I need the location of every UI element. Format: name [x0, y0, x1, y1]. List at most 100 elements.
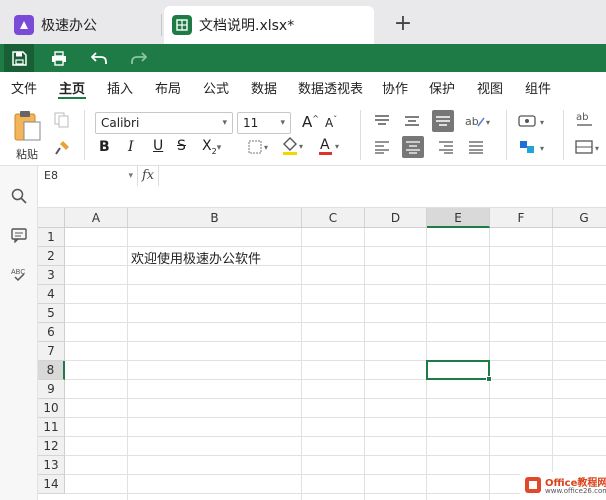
menu-protect[interactable]: 保护 [429, 78, 455, 97]
menu-insert[interactable]: 插入 [107, 78, 133, 97]
conditional-format-icon[interactable]: ▾ [518, 138, 550, 160]
column-header-a[interactable]: A [65, 208, 128, 228]
format-painter-icon[interactable] [54, 140, 70, 160]
menu-pivot-table[interactable]: 数据透视表 [298, 78, 363, 97]
row-header-4[interactable]: 4 [38, 285, 65, 304]
merge-cells-icon[interactable]: ▾ [574, 138, 602, 160]
align-right-icon[interactable] [438, 140, 454, 158]
row-gridline [65, 379, 606, 380]
row-gridline [65, 341, 606, 342]
align-left-icon[interactable] [374, 140, 390, 158]
fill-color-icon[interactable]: ▾ [281, 136, 307, 160]
ribbon-separator [506, 110, 507, 160]
menu-collaborate[interactable]: 协作 [382, 78, 408, 97]
row-header-9[interactable]: 9 [38, 380, 65, 399]
svg-text:▾: ▾ [595, 144, 599, 153]
search-icon[interactable] [7, 184, 31, 208]
row-header-11[interactable]: 11 [38, 418, 65, 437]
column-header-c[interactable]: C [302, 208, 365, 228]
bold-button[interactable]: B [99, 139, 110, 155]
svg-text:▾: ▾ [335, 142, 339, 151]
menu-formula[interactable]: 公式 [203, 78, 229, 97]
ribbon: 粘贴 Calibri ▾ 11 ▾ A^ Aˇ B I U S X2▾ ▾ ▾ … [0, 100, 606, 166]
menu-file[interactable]: 文件 [11, 78, 37, 97]
number-format-icon[interactable]: ▾ [518, 112, 550, 134]
ribbon-separator [563, 110, 564, 160]
column-header-f[interactable]: F [490, 208, 553, 228]
tab-document[interactable]: 文档说明.xlsx* [164, 6, 374, 44]
column-header-g[interactable]: G [553, 208, 606, 228]
column-header-e[interactable]: E [427, 208, 490, 228]
row-header-1[interactable]: 1 [38, 228, 65, 247]
copy-icon[interactable] [54, 112, 70, 132]
svg-text:▾: ▾ [540, 144, 544, 153]
tab-label: 文档说明.xlsx* [199, 18, 295, 34]
undo-icon[interactable] [84, 44, 114, 72]
office-logo-icon [524, 476, 542, 494]
subscript-button[interactable]: X2▾ [202, 138, 221, 156]
spreadsheet-grid[interactable]: A B C D E F G 1 2 3 4 5 6 7 8 9 10 11 12 13 14 欢迎使用极速办公软件 [38, 208, 606, 500]
paste-icon[interactable] [12, 110, 44, 142]
ribbon-separator [84, 110, 85, 160]
row-header-12[interactable]: 12 [38, 437, 65, 456]
row-header-5[interactable]: 5 [38, 304, 65, 323]
svg-text:▾: ▾ [299, 142, 303, 151]
svg-text:A: A [320, 137, 330, 153]
row-header-8[interactable]: 8 [38, 361, 65, 380]
row-header-10[interactable]: 10 [38, 399, 65, 418]
redo-icon[interactable] [124, 44, 154, 72]
svg-text:▾: ▾ [264, 143, 268, 152]
function-icon[interactable]: fx [142, 168, 154, 183]
justify-icon[interactable] [468, 140, 484, 158]
save-icon[interactable] [4, 44, 34, 72]
formula-bar: E8 ▾ fx [38, 166, 606, 208]
align-middle-icon[interactable] [404, 114, 420, 132]
menu-layout[interactable]: 布局 [155, 78, 181, 97]
menu-data[interactable]: 数据 [251, 78, 277, 97]
left-sidebar: ABC [0, 166, 38, 500]
menu-bar: 文件 主页 插入 布局 公式 数据 数据透视表 协作 保护 视图 组件 [0, 72, 606, 100]
align-bottom-icon[interactable] [432, 110, 454, 132]
tab-jisu-office[interactable]: 极速办公 [0, 6, 160, 44]
app-logo-icon [14, 15, 34, 35]
row-gridline [65, 284, 606, 285]
row-header-3[interactable]: 3 [38, 266, 65, 285]
row-header-7[interactable]: 7 [38, 342, 65, 361]
align-center-icon[interactable] [402, 136, 424, 158]
spreadsheet-icon [172, 15, 192, 35]
wrap-text-icon[interactable]: ab [574, 110, 598, 134]
cell-b2[interactable]: 欢迎使用极速办公软件 [131, 248, 261, 267]
text-orientation-icon[interactable]: ab ▾ [464, 112, 494, 134]
align-top-icon[interactable] [374, 114, 390, 132]
comment-icon[interactable] [7, 223, 31, 247]
menu-components[interactable]: 组件 [525, 78, 551, 97]
font-name-select[interactable]: Calibri ▾ [95, 112, 233, 134]
row-header-14[interactable]: 14 [38, 475, 65, 494]
row-gridline [65, 303, 606, 304]
column-header-d[interactable]: D [365, 208, 427, 228]
row-header-2[interactable]: 2 [38, 247, 65, 266]
name-box[interactable]: E8 ▾ [38, 166, 138, 186]
font-color-icon[interactable]: A ▾ [317, 136, 343, 160]
column-header-b[interactable]: B [128, 208, 302, 228]
borders-icon[interactable]: ▾ [248, 140, 272, 158]
underline-button[interactable]: U [153, 138, 163, 154]
fill-handle[interactable] [486, 376, 492, 382]
shrink-font-icon[interactable]: Aˇ [325, 115, 337, 130]
new-tab-icon[interactable]: + [390, 10, 416, 36]
strikethrough-button[interactable]: S [177, 138, 186, 154]
ribbon-separator [360, 110, 361, 160]
watermark: Office教程网 www.office26.com [520, 472, 606, 500]
svg-text:▾: ▾ [486, 118, 490, 127]
menu-view[interactable]: 视图 [477, 78, 503, 97]
font-size-select[interactable]: 11 ▾ [237, 112, 291, 134]
row-header-6[interactable]: 6 [38, 323, 65, 342]
row-header-13[interactable]: 13 [38, 456, 65, 475]
select-all-corner[interactable] [38, 208, 65, 228]
selected-cell-border[interactable] [426, 360, 490, 380]
menu-home[interactable]: 主页 [59, 78, 85, 97]
print-icon[interactable] [44, 44, 74, 72]
italic-button[interactable]: I [128, 139, 134, 155]
spellcheck-icon[interactable]: ABC [7, 262, 31, 286]
grow-font-icon[interactable]: A^ [302, 113, 319, 131]
